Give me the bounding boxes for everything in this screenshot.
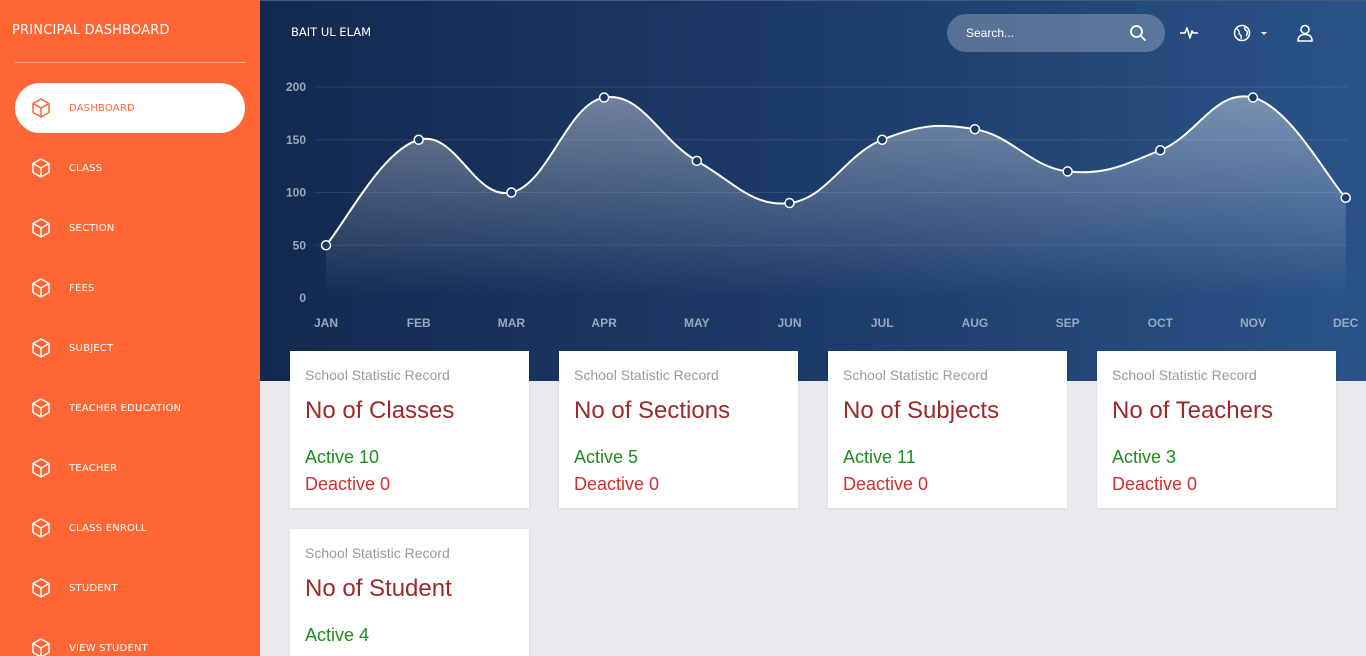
x-tick-label: OCT: [1148, 316, 1174, 330]
x-tick-label: JUL: [871, 316, 894, 330]
cube-icon: [30, 457, 52, 479]
x-tick-label: FEB: [407, 316, 431, 330]
sidebar-divider: [15, 62, 245, 63]
sidebar-item-label: VIEW STUDENT: [69, 642, 148, 654]
sidebar-item-label: SECTION: [69, 222, 115, 234]
cube-icon: [30, 97, 52, 119]
x-tick-label: SEP: [1056, 316, 1080, 330]
data-point: [320, 240, 332, 251]
y-tick-label: 0: [299, 291, 306, 305]
data-point: [1340, 192, 1351, 204]
card-subtitle: School Statistic Record: [843, 367, 988, 383]
sidebar: PRINCIPAL DASHBOARD DASHBOARD CLASS SECTIO…: [0, 0, 260, 656]
x-tick-label: JAN: [314, 316, 338, 330]
sidebar-item-label: TEACHER: [69, 462, 118, 474]
card-active-count: Active 10: [305, 447, 380, 467]
sidebar-item-student[interactable]: STUDENT: [15, 563, 245, 613]
card-deactive-count: Deactive 0: [305, 474, 391, 494]
chevron-down-icon[interactable]: [1258, 23, 1270, 43]
x-tick-label: AUG: [962, 316, 989, 330]
card-title: No of Classes: [305, 397, 455, 424]
globe-icon[interactable]: [1232, 23, 1252, 43]
cube-icon: [30, 157, 52, 179]
sidebar-item-label: STUDENT: [69, 582, 118, 594]
x-tick-label: JUN: [777, 316, 801, 330]
sidebar-item-section[interactable]: SECTION: [15, 203, 245, 253]
cube-icon: [30, 397, 52, 419]
sidebar-item-view-student[interactable]: VIEW STUDENT: [15, 623, 245, 656]
sidebar-item-class[interactable]: CLASS: [15, 143, 245, 193]
y-tick-label: 150: [286, 133, 306, 147]
data-point: [876, 134, 888, 145]
card-title: No of Subjects: [843, 397, 1000, 424]
stat-card: School Statistic Record No of Subjects Act…: [828, 351, 1067, 508]
sidebar-title: PRINCIPAL DASHBOARD: [12, 23, 170, 38]
data-point: [784, 197, 795, 209]
cube-icon: [30, 517, 52, 539]
line-chart: 0 50 100 150 200 JAN FEB MAR APR MAY JUN JUL AUG SEP O…: [286, 80, 1359, 330]
sidebar-item-label: TEACHER EDUCATION: [69, 402, 182, 414]
cube-icon: [30, 217, 52, 239]
card-active-count: Active 4: [305, 625, 370, 645]
stat-card: School Statistic Record No of Classes Acti…: [290, 351, 529, 508]
y-tick-label: 100: [286, 186, 306, 200]
sidebar-item-label: CLASS: [69, 162, 103, 174]
x-tick-label: APR: [591, 316, 617, 330]
sidebar-item-teacher[interactable]: TEACHER: [15, 443, 245, 493]
x-tick-label: MAR: [498, 316, 526, 330]
card-subtitle: School Statistic Record: [574, 367, 719, 383]
sidebar-item-fees[interactable]: FEES: [15, 263, 245, 313]
data-point: [1247, 92, 1259, 103]
data-point: [413, 134, 424, 145]
card-deactive-count: Deactive 0: [574, 474, 660, 494]
data-point: [691, 155, 703, 167]
activity-icon[interactable]: [1179, 23, 1199, 43]
card-active-count: Active 5: [574, 447, 639, 467]
hero-panel: BAIT UL ELAM 0 50 100 150 200 JAN FEB MAR APR MAY…: [260, 0, 1366, 381]
sidebar-item-subject[interactable]: SUBJECT: [15, 323, 245, 373]
card-title: No of Teachers: [1112, 397, 1273, 424]
card-deactive-count: Deactive 0: [843, 474, 929, 494]
search-box[interactable]: [947, 14, 1165, 52]
cube-icon: [30, 337, 52, 359]
x-tick-label: DEC: [1333, 316, 1359, 330]
data-point: [1062, 166, 1073, 177]
cube-icon: [30, 577, 52, 599]
data-point: [598, 92, 610, 103]
y-tick-label: 200: [286, 80, 306, 94]
sidebar-item-label: FEES: [69, 282, 95, 294]
sidebar-item-label: CLASS ENROLL: [69, 522, 147, 534]
card-subtitle: School Statistic Record: [305, 367, 450, 383]
card-active-count: Active 11: [843, 447, 916, 467]
card-deactive-count: Deactive 0: [1112, 474, 1198, 494]
sidebar-item-dashboard[interactable]: DASHBOARD: [15, 83, 245, 133]
sidebar-item-teacher-education[interactable]: TEACHER EDUCATION: [15, 383, 245, 433]
sidebar-item-class-enroll[interactable]: CLASS ENROLL: [15, 503, 245, 553]
user-icon[interactable]: [1295, 23, 1315, 43]
card-active-count: Active 3: [1112, 447, 1177, 467]
data-point: [1155, 145, 1166, 156]
x-tick-label: MAY: [684, 316, 710, 330]
y-tick-label: 50: [293, 238, 307, 252]
cube-icon: [30, 277, 52, 299]
search-icon[interactable]: [1129, 24, 1147, 42]
stat-card: School Statistic Record No of Teachers Act…: [1097, 351, 1336, 508]
sidebar-item-label: SUBJECT: [69, 342, 114, 354]
stat-card: School Statistic Record No of Sections Act…: [559, 351, 798, 508]
search-input[interactable]: [966, 26, 1116, 40]
card-title: No of Student: [305, 575, 452, 602]
card-title: No of Sections: [574, 397, 731, 424]
x-tick-label: NOV: [1240, 316, 1266, 330]
card-subtitle: School Statistic Record: [1112, 367, 1257, 383]
stat-card: School Statistic Record No of Student Acti…: [290, 529, 529, 656]
data-point: [506, 187, 517, 198]
card-subtitle: School Statistic Record: [305, 545, 450, 561]
sidebar-nav: DASHBOARD CLASS SECTION FEES SUBJECT TEACHER …: [15, 83, 245, 656]
cube-icon: [30, 637, 52, 656]
sidebar-item-label: DASHBOARD: [69, 102, 135, 114]
brand-title: BAIT UL ELAM: [291, 25, 372, 39]
data-point: [969, 123, 981, 135]
